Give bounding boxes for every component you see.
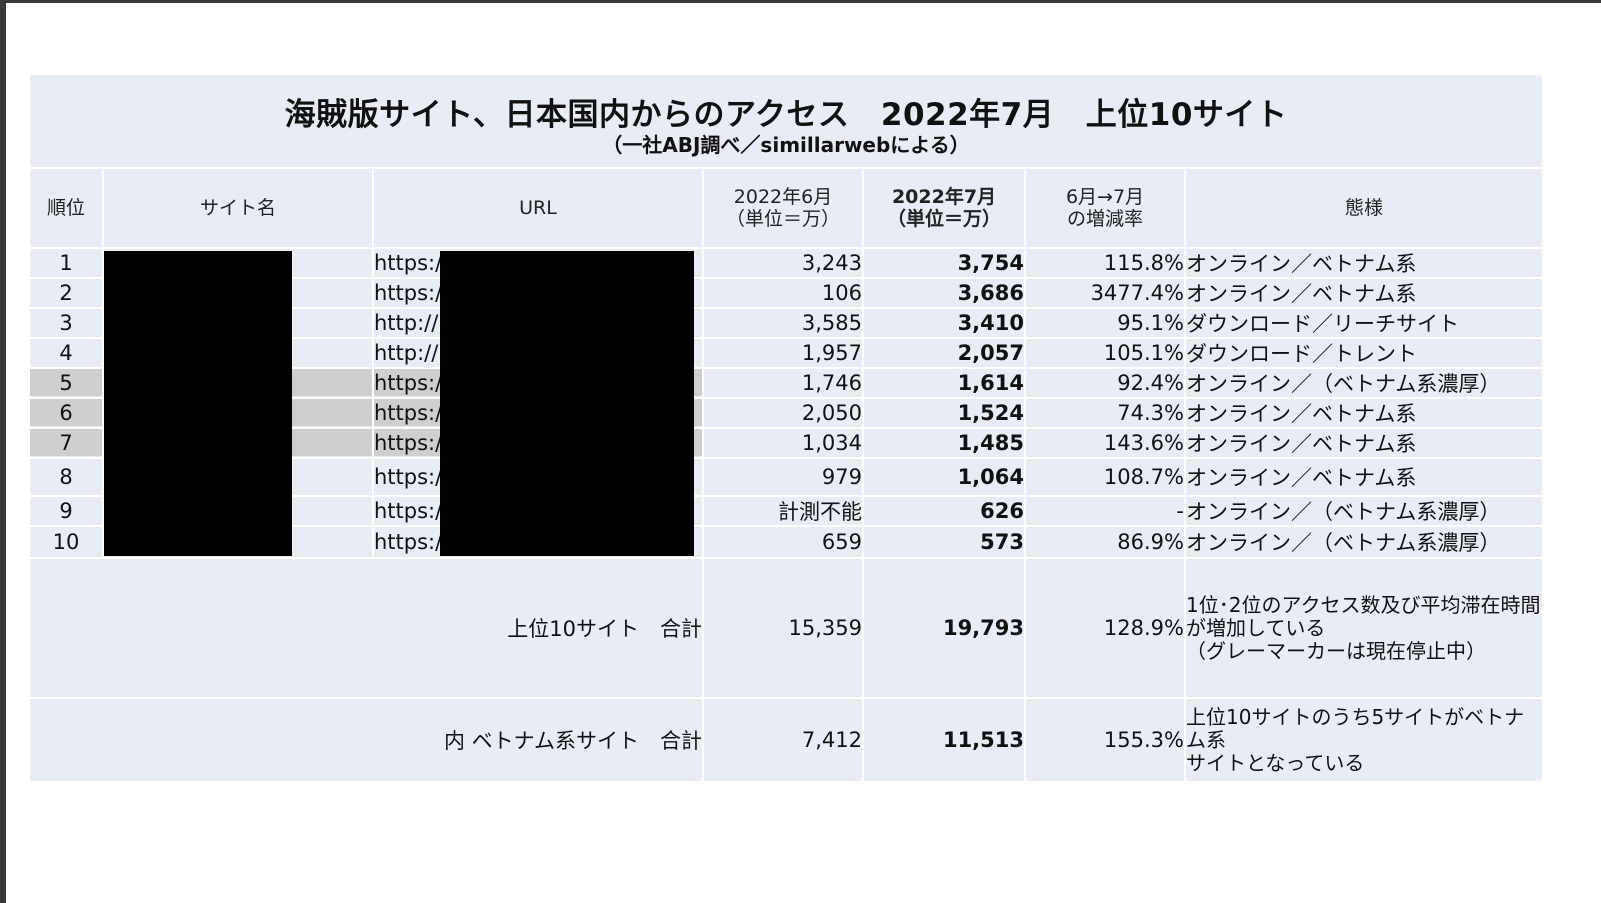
- july-cell: 3,410: [957, 311, 1024, 335]
- july-cell: 3,754: [957, 251, 1024, 275]
- total-july: 19,793: [942, 616, 1024, 640]
- redacted-urls: [440, 251, 694, 556]
- june-cell: 計測不能: [778, 500, 862, 524]
- total-rate: 155.3%: [1103, 728, 1184, 752]
- july-cell: 573: [980, 530, 1024, 554]
- mode-cell: オンライン／ベトナム系: [1186, 466, 1417, 490]
- rate-cell: 115.8%: [1103, 251, 1184, 275]
- header-url: URL: [519, 197, 557, 219]
- june-cell: 106: [821, 281, 862, 305]
- june-cell: 1,957: [801, 341, 862, 365]
- header-change-rate: 6月→7月 の増減率: [1026, 169, 1184, 247]
- rank-cell: 4: [59, 341, 73, 365]
- header-june-unit: （単位＝万）: [725, 208, 840, 230]
- rate-cell: 143.6%: [1103, 431, 1184, 455]
- rate-cell: -: [1176, 499, 1184, 523]
- june-cell: 979: [821, 465, 862, 489]
- header-july-unit: （単位＝万）: [886, 208, 1001, 230]
- july-cell: 1,524: [957, 401, 1024, 425]
- note-line: が増加している: [1186, 615, 1326, 640]
- rank-cell: 9: [59, 499, 73, 523]
- mode-cell: オンライン／ベトナム系: [1186, 282, 1417, 306]
- rank-cell: 1: [59, 251, 73, 275]
- rank-cell: 8: [59, 465, 73, 489]
- total-note: 1位･2位のアクセス数及び平均滞在時間 が増加している （グレーマーカーは現在停…: [1186, 559, 1542, 697]
- note-line: （グレーマーカーは現在停止中）: [1186, 638, 1486, 663]
- june-cell: 3,585: [801, 311, 862, 335]
- rank-cell: 3: [59, 311, 73, 335]
- rank-cell: 6: [59, 401, 73, 425]
- rate-cell: 95.1%: [1117, 311, 1184, 335]
- header-rate-line1: 6月→7月: [1065, 186, 1145, 208]
- header-mode: 態様: [1344, 197, 1383, 219]
- mode-cell: オンライン／ベトナム系: [1186, 252, 1417, 276]
- header-rate-line2: の増減率: [1066, 208, 1143, 230]
- header-site-name: サイト名: [199, 197, 276, 219]
- redacted-site-names: [104, 251, 292, 556]
- rate-cell: 105.1%: [1103, 341, 1184, 365]
- note-line: 1位･2位のアクセス数及び平均滞在時間: [1186, 592, 1541, 617]
- june-cell: 1,034: [801, 431, 862, 455]
- june-cell: 2,050: [801, 401, 862, 425]
- june-cell: 659: [821, 530, 862, 554]
- rate-cell: 3477.4%: [1090, 281, 1184, 305]
- mode-cell: オンライン／（ベトナム系濃厚）: [1186, 500, 1501, 524]
- total-july: 11,513: [942, 728, 1024, 752]
- total-june: 7,412: [801, 728, 862, 752]
- total-rate: 128.9%: [1103, 616, 1184, 640]
- header-july-period: 2022年7月: [891, 186, 997, 208]
- july-cell: 626: [980, 499, 1024, 523]
- rank-cell: 10: [52, 530, 80, 554]
- total-label: 内 ベトナム系サイト 合計: [443, 729, 702, 753]
- page-subtitle: （一社ABJ調べ／simillarwebによる）: [602, 133, 970, 157]
- header-june-period: 2022年6月: [733, 186, 833, 208]
- rank-cell: 2: [59, 281, 73, 305]
- july-cell: 1,614: [957, 371, 1024, 395]
- mode-cell: オンライン／（ベトナム系濃厚）: [1186, 372, 1501, 396]
- header-june: 2022年6月 （単位＝万）: [704, 169, 862, 247]
- rank-cell: 5: [59, 371, 73, 395]
- rank-cell: 7: [59, 431, 73, 455]
- note-line: サイトとなっている: [1186, 750, 1365, 775]
- mode-cell: オンライン／ベトナム系: [1186, 432, 1417, 456]
- july-cell: 3,686: [957, 281, 1024, 305]
- rate-cell: 108.7%: [1103, 465, 1184, 489]
- mode-cell: オンライン／ベトナム系: [1186, 402, 1417, 426]
- mode-cell: ダウンロード／リーチサイト: [1186, 312, 1459, 336]
- total-note: 上位10サイトのうち5サイトがベトナム系 サイトとなっている: [1186, 699, 1542, 781]
- total-label: 上位10サイト 合計: [507, 617, 702, 641]
- rate-cell: 92.4%: [1117, 371, 1184, 395]
- header-rank: 順位: [46, 197, 85, 219]
- table-panel: 海賊版サイト、日本国内からのアクセス 2022年7月 上位10サイト （一社AB…: [30, 75, 1542, 781]
- mode-cell: オンライン／（ベトナム系濃厚）: [1186, 531, 1501, 555]
- july-cell: 1,485: [957, 431, 1024, 455]
- rate-cell: 74.3%: [1117, 401, 1184, 425]
- slide: 海賊版サイト、日本国内からのアクセス 2022年7月 上位10サイト （一社AB…: [6, 3, 1601, 903]
- june-cell: 1,746: [801, 371, 862, 395]
- note-line: 上位10サイトのうち5サイトがベトナム系: [1186, 704, 1525, 752]
- rate-cell: 86.9%: [1117, 530, 1184, 554]
- mode-cell: ダウンロード／トレント: [1186, 342, 1417, 366]
- july-cell: 1,064: [957, 465, 1024, 489]
- header-july: 2022年7月 （単位＝万）: [864, 169, 1024, 247]
- page-title: 海賊版サイト、日本国内からのアクセス 2022年7月 上位10サイト: [284, 97, 1288, 133]
- july-cell: 2,057: [957, 341, 1024, 365]
- june-cell: 3,243: [801, 251, 862, 275]
- total-june: 15,359: [788, 616, 862, 640]
